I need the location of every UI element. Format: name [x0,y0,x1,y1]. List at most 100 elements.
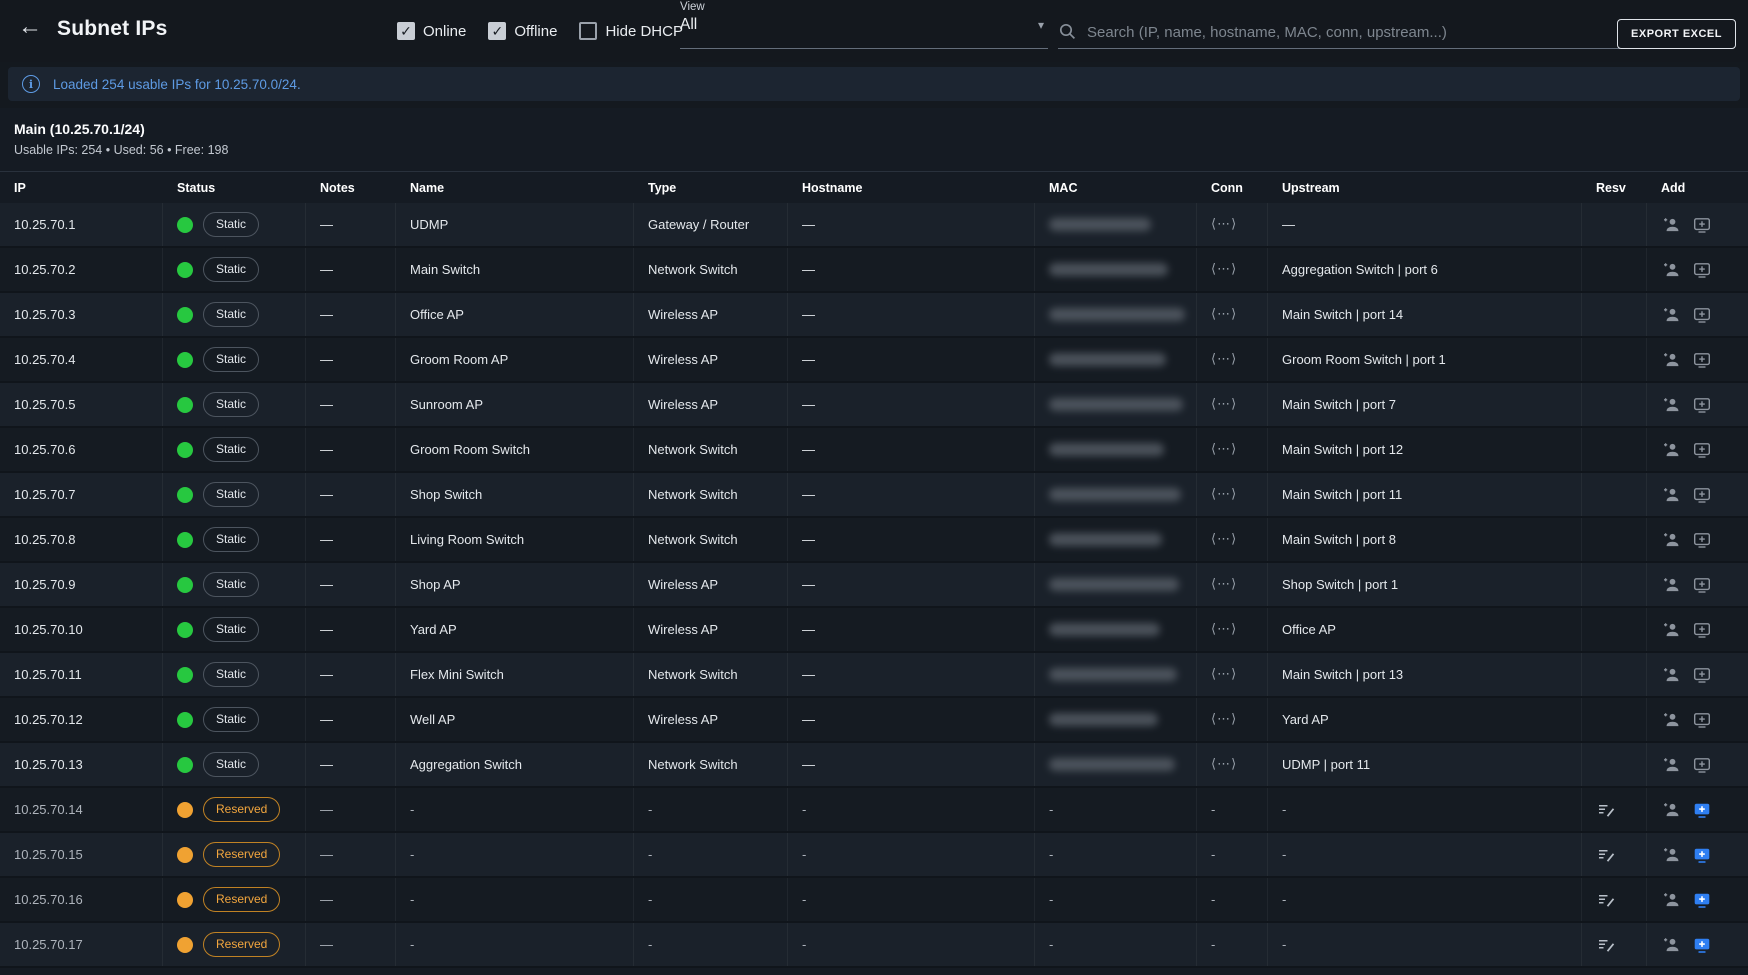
add-device-icon[interactable] [1692,665,1712,685]
mac-cell [1035,383,1197,426]
mac-cell [1035,203,1197,246]
add-person-icon[interactable] [1661,215,1681,235]
add-device-icon[interactable] [1692,215,1712,235]
add-person-icon[interactable] [1661,620,1681,640]
status-badge: Static [203,392,259,416]
conn-icon[interactable]: ⟨⋯⟩ [1211,622,1237,637]
notes-cell: — [306,248,396,291]
conn-icon[interactable]: ⟨⋯⟩ [1211,307,1237,322]
add-device-icon[interactable] [1692,755,1712,775]
hostname-cell: — [788,338,1035,381]
add-device-icon[interactable] [1692,530,1712,550]
status-cell: Static [163,653,306,696]
filter-offline[interactable]: ✓ Offline [488,22,557,40]
add-person-icon[interactable] [1661,260,1681,280]
add-person-icon[interactable] [1661,710,1681,730]
export-excel-button[interactable]: EXPORT EXCEL [1617,19,1736,49]
ip-cell: 10.25.70.17 [0,923,163,966]
status-cell: Static [163,428,306,471]
add-device-icon[interactable] [1692,350,1712,370]
add-person-icon[interactable] [1661,575,1681,595]
online-checkbox[interactable]: ✓ [397,22,415,40]
resv-cell [1582,518,1647,561]
conn-icon[interactable]: ⟨⋯⟩ [1211,757,1237,772]
offline-checkbox[interactable]: ✓ [488,22,506,40]
add-device-icon[interactable] [1692,935,1712,955]
add-device-icon[interactable] [1692,620,1712,640]
notes-cell: — [306,293,396,336]
column-header-ip: IP [0,181,163,195]
edit-note-icon[interactable] [1596,935,1616,955]
add-device-icon[interactable] [1692,440,1712,460]
status-dot [177,487,193,503]
add-device-icon[interactable] [1692,485,1712,505]
add-person-icon[interactable] [1661,485,1681,505]
table-row: 10.25.70.10 Static — Yard AP Wireless AP… [0,608,1748,653]
add-person-icon[interactable] [1661,755,1681,775]
edit-note-icon[interactable] [1596,845,1616,865]
table-body: 10.25.70.1 Static — UDMP Gateway / Route… [0,203,1748,975]
add-device-icon[interactable] [1692,575,1712,595]
conn-icon[interactable]: ⟨⋯⟩ [1211,397,1237,412]
conn-icon[interactable]: ⟨⋯⟩ [1211,577,1237,592]
add-device-icon[interactable] [1692,395,1712,415]
ip-cell: 10.25.70.12 [0,698,163,741]
add-person-icon[interactable] [1661,395,1681,415]
mac-redacted-blur [1049,758,1175,771]
conn-icon[interactable]: ⟨⋯⟩ [1211,262,1237,277]
add-person-icon[interactable] [1661,935,1681,955]
conn-icon[interactable]: ⟨⋯⟩ [1211,487,1237,502]
view-select[interactable]: View All ▾ [680,1,1048,49]
add-device-icon[interactable] [1692,710,1712,730]
add-person-icon[interactable] [1661,530,1681,550]
add-device-icon[interactable] [1692,845,1712,865]
conn-cell: ⟨⋯⟩ [1197,518,1268,561]
resv-cell [1582,923,1647,966]
name-cell: Shop Switch [396,473,634,516]
column-header-upstream: Upstream [1268,181,1582,195]
search-input[interactable] [1087,24,1620,41]
hide-dhcp-checkbox[interactable]: ✓ [579,22,597,40]
column-header-type: Type [634,181,788,195]
status-cell: Static [163,743,306,786]
add-device-icon[interactable] [1692,260,1712,280]
add-cell [1647,248,1748,291]
conn-icon[interactable]: ⟨⋯⟩ [1211,352,1237,367]
edit-note-icon[interactable] [1596,800,1616,820]
name-cell: Yard AP [396,608,634,651]
mac-redacted-blur [1049,353,1166,366]
conn-icon[interactable]: ⟨⋯⟩ [1211,667,1237,682]
conn-icon[interactable]: ⟨⋯⟩ [1211,712,1237,727]
notes-cell: — [306,428,396,471]
conn-icon[interactable]: ⟨⋯⟩ [1211,217,1237,232]
add-person-icon[interactable] [1661,800,1681,820]
mac-redacted-blur [1049,713,1158,726]
add-device-icon[interactable] [1692,305,1712,325]
view-value: All [680,16,697,34]
table-row: 10.25.70.14 Reserved — - - - - - - [0,788,1748,833]
table-row: 10.25.70.7 Static — Shop Switch Network … [0,473,1748,518]
conn-icon[interactable]: ⟨⋯⟩ [1211,532,1237,547]
check-icon: ✓ [491,24,503,38]
add-person-icon[interactable] [1661,665,1681,685]
table-row: 10.25.70.5 Static — Sunroom AP Wireless … [0,383,1748,428]
mac-cell [1035,698,1197,741]
add-person-icon[interactable] [1661,305,1681,325]
conn-icon[interactable]: ⟨⋯⟩ [1211,442,1237,457]
filter-online[interactable]: ✓ Online [397,22,466,40]
name-cell: Well AP [396,698,634,741]
back-icon[interactable]: ← [18,15,42,39]
filter-hide-dhcp[interactable]: ✓ Hide DHCP [579,22,683,40]
edit-note-icon[interactable] [1596,890,1616,910]
upstream-cell: Office AP [1268,608,1582,651]
add-person-icon[interactable] [1661,440,1681,460]
add-device-icon[interactable] [1692,890,1712,910]
add-person-icon[interactable] [1661,845,1681,865]
add-person-icon[interactable] [1661,350,1681,370]
status-cell: Static [163,473,306,516]
add-device-icon[interactable] [1692,800,1712,820]
info-banner-text: Loaded 254 usable IPs for 10.25.70.0/24. [53,77,301,92]
add-person-icon[interactable] [1661,890,1681,910]
check-icon: ✓ [400,24,412,38]
type-cell: Network Switch [634,428,788,471]
